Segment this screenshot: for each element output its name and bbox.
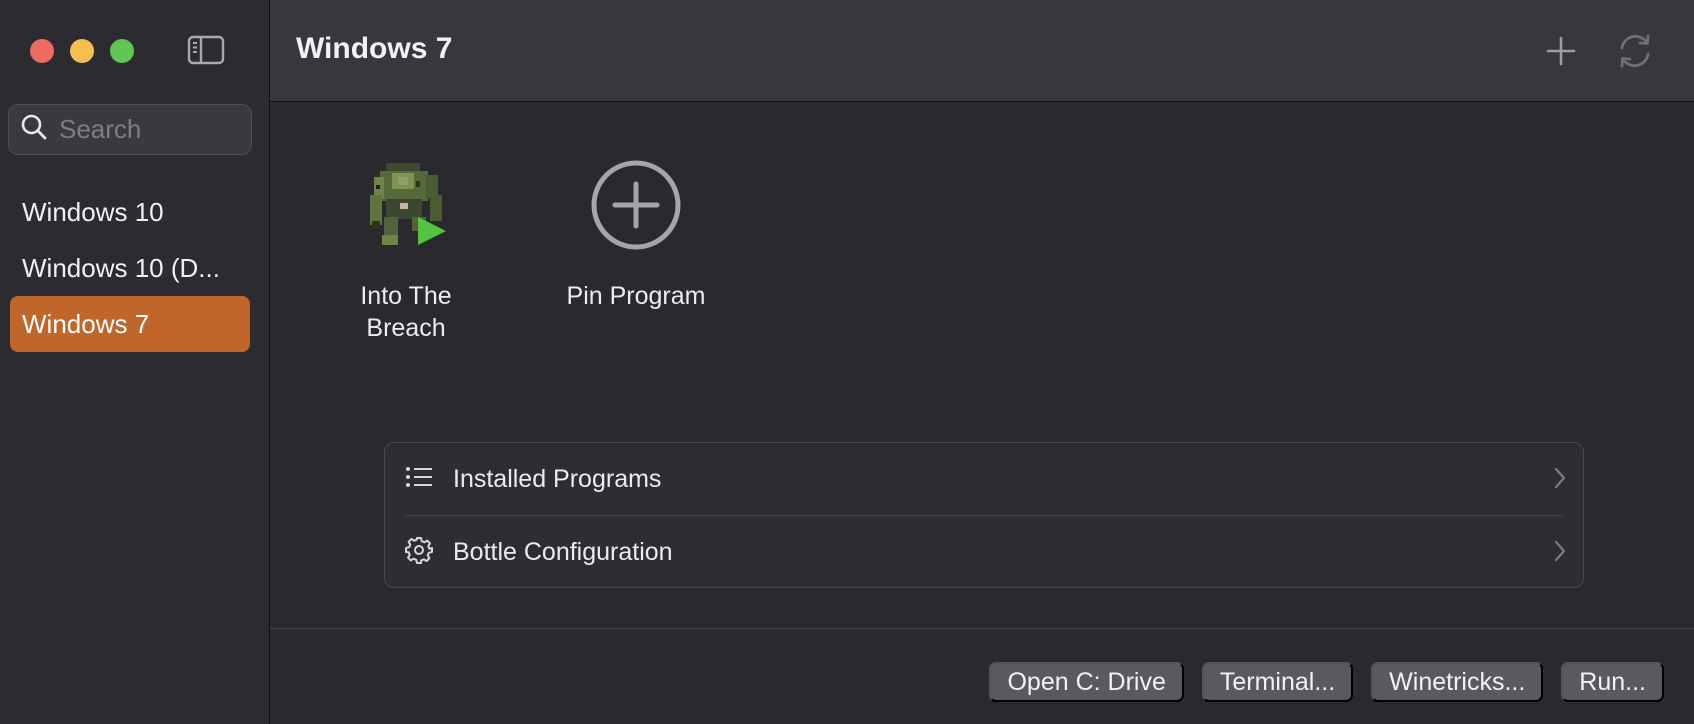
sidebar: Windows 10 Windows 10 (D... Windows 7 xyxy=(0,0,270,724)
gear-icon xyxy=(405,536,433,569)
footer-actions: Open C: Drive Terminal... Winetricks... … xyxy=(989,662,1664,702)
run-button[interactable]: Run... xyxy=(1561,662,1664,702)
app-window: Windows 10 Windows 10 (D... Windows 7 Wi… xyxy=(0,0,1694,724)
list-icon xyxy=(405,466,433,493)
bottle-item-windows-10-d[interactable]: Windows 10 (D... xyxy=(10,240,250,296)
pin-program-button[interactable]: Pin Program xyxy=(551,150,721,312)
toolbar: Windows 7 xyxy=(270,0,1694,102)
chevron-right-icon xyxy=(1553,467,1567,494)
sidebar-toggle-icon[interactable] xyxy=(186,34,226,66)
zoom-window-button[interactable] xyxy=(110,39,134,63)
bottle-item-windows-7[interactable]: Windows 7 xyxy=(10,296,250,352)
refresh-icon[interactable] xyxy=(1612,28,1658,74)
bottle-item-windows-10[interactable]: Windows 10 xyxy=(10,184,250,240)
plus-icon[interactable] xyxy=(1540,30,1582,72)
bottle-configuration-row[interactable]: Bottle Configuration xyxy=(385,516,1583,588)
installed-programs-label: Installed Programs xyxy=(453,464,662,493)
chevron-right-icon xyxy=(1553,540,1567,567)
bottle-configuration-label: Bottle Configuration xyxy=(453,537,673,566)
search-field[interactable] xyxy=(8,104,252,155)
open-c-drive-button[interactable]: Open C: Drive xyxy=(989,662,1184,702)
close-window-button[interactable] xyxy=(30,39,54,63)
installed-programs-row[interactable]: Installed Programs xyxy=(385,443,1583,515)
main-content: Windows 7 Into The Breach Pin Program In… xyxy=(270,0,1694,724)
bottle-nav-panel: Installed Programs Bottle Configuration xyxy=(384,442,1584,588)
pin-program-label: Pin Program xyxy=(566,282,706,310)
search-input[interactable] xyxy=(59,114,239,145)
window-controls xyxy=(30,39,134,63)
program-label: Into The Breach xyxy=(360,282,452,342)
plus-circle-icon xyxy=(551,150,721,260)
pinned-program-into-the-breach[interactable]: Into The Breach xyxy=(321,150,491,344)
winetricks-button[interactable]: Winetricks... xyxy=(1371,662,1544,702)
search-icon xyxy=(21,114,47,145)
game-mech-icon xyxy=(321,150,491,260)
terminal-button[interactable]: Terminal... xyxy=(1201,662,1354,702)
minimize-window-button[interactable] xyxy=(70,39,94,63)
bottle-list: Windows 10 Windows 10 (D... Windows 7 xyxy=(10,184,250,352)
page-title: Windows 7 xyxy=(296,32,453,65)
footer-divider xyxy=(270,628,1694,629)
